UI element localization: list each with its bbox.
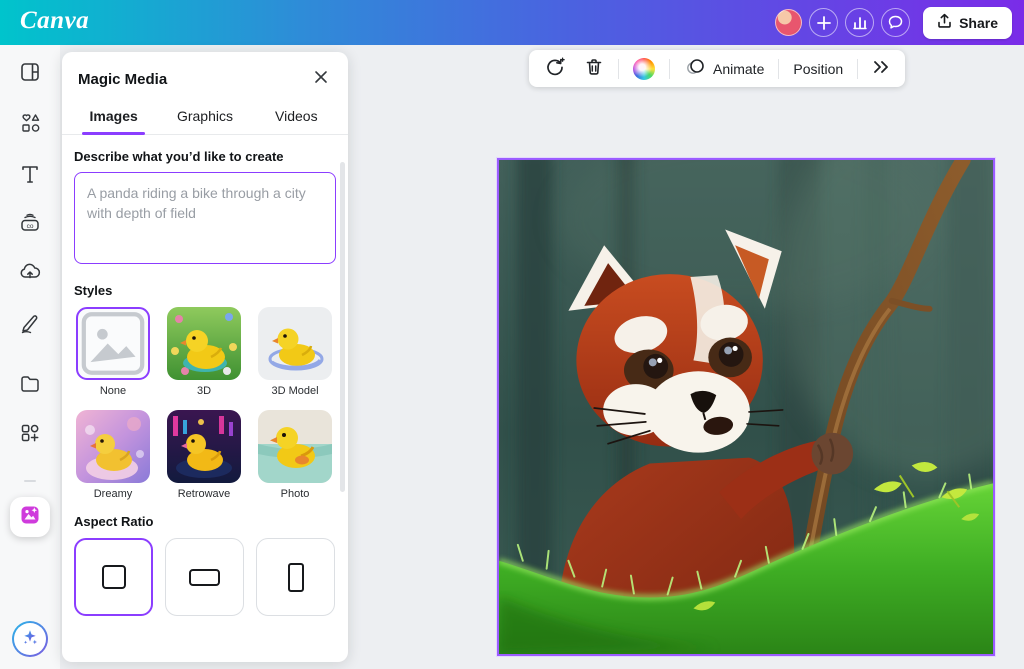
text-icon xyxy=(18,162,42,186)
sidebar-item-draw[interactable] xyxy=(18,311,42,335)
sidebar-item-magic-media[interactable] xyxy=(10,497,50,537)
close-icon xyxy=(314,69,328,89)
image-placeholder-icon xyxy=(78,309,148,378)
magic-media-icon xyxy=(18,503,42,532)
style-label: 3D xyxy=(165,385,243,397)
style-thumb-3d xyxy=(167,307,241,380)
delete-button[interactable] xyxy=(577,54,611,84)
plus-icon xyxy=(816,15,832,31)
style-label: None xyxy=(74,385,152,397)
comments-button[interactable] xyxy=(881,8,910,37)
design-icon xyxy=(18,60,42,84)
tab-graphics[interactable]: Graphics xyxy=(159,100,250,134)
color-picker-button[interactable] xyxy=(626,54,662,84)
style-thumb-photo xyxy=(258,410,332,483)
regenerate-icon xyxy=(544,56,566,81)
speech-bubble-icon xyxy=(887,14,904,31)
tab-images[interactable]: Images xyxy=(68,100,159,134)
color-wheel-icon xyxy=(633,58,655,80)
shapes-icon xyxy=(18,111,42,135)
panel-body: Describe what you’d like to create Style… xyxy=(62,135,348,616)
double-chevron-right-icon xyxy=(872,59,890,78)
style-label: Photo xyxy=(256,488,334,500)
aspect-option-landscape[interactable] xyxy=(165,538,244,616)
style-thumb-retrowave xyxy=(167,410,241,483)
top-bar: Canva Share xyxy=(0,0,1024,45)
panel-title: Magic Media xyxy=(78,71,167,88)
share-upload-icon xyxy=(937,13,952,32)
style-option-retrowave[interactable]: Retrowave xyxy=(165,410,243,500)
sidebar-item-brand[interactable]: co xyxy=(18,211,42,235)
panel-scrollbar[interactable] xyxy=(340,162,345,492)
brand-kit-icon: co xyxy=(18,211,42,235)
animate-icon xyxy=(684,57,706,80)
style-option-photo[interactable]: Photo xyxy=(256,410,334,500)
toolbar-divider xyxy=(618,59,619,79)
style-thumb-none xyxy=(76,307,150,380)
sidebar-item-apps[interactable] xyxy=(18,421,42,445)
cloud-upload-icon xyxy=(18,260,42,284)
animate-button[interactable]: Animate xyxy=(677,54,771,84)
animate-label: Animate xyxy=(713,61,764,77)
more-tools-button[interactable] xyxy=(865,54,897,84)
close-panel-button[interactable] xyxy=(310,68,332,90)
share-button-label: Share xyxy=(959,15,998,31)
style-thumb-3d-model xyxy=(258,307,332,380)
panel-header: Magic Media xyxy=(62,52,348,100)
toolbar-divider xyxy=(857,59,858,79)
style-option-dreamy[interactable]: Dreamy xyxy=(74,410,152,500)
context-toolbar: Animate Position xyxy=(529,50,905,87)
prompt-label: Describe what you’d like to create xyxy=(74,149,336,164)
left-sidebar: co xyxy=(0,45,60,669)
pen-icon xyxy=(18,311,42,335)
sidebar-item-elements[interactable] xyxy=(18,111,42,135)
canva-assistant-button[interactable] xyxy=(12,621,48,657)
header-actions: Share xyxy=(775,0,1012,45)
trash-icon xyxy=(584,57,604,80)
add-member-button[interactable] xyxy=(809,8,838,37)
aspect-option-square[interactable] xyxy=(74,538,153,616)
portrait-ratio-icon xyxy=(288,563,304,592)
sidebar-item-uploads[interactable] xyxy=(18,260,42,284)
style-label: 3D Model xyxy=(256,385,334,397)
sidebar-item-projects[interactable] xyxy=(18,372,42,396)
style-option-3d[interactable]: 3D xyxy=(165,307,243,397)
tab-videos[interactable]: Videos xyxy=(251,100,342,134)
style-thumb-dreamy xyxy=(76,410,150,483)
user-avatar[interactable] xyxy=(775,9,802,36)
sparkle-icon xyxy=(20,627,40,652)
sidebar-divider xyxy=(24,480,36,482)
bar-chart-icon xyxy=(852,15,868,31)
style-option-none[interactable]: None xyxy=(74,307,152,397)
canva-editor: Canva Share xyxy=(0,0,1024,669)
prompt-input[interactable] xyxy=(74,172,336,264)
aspect-option-portrait[interactable] xyxy=(256,538,335,616)
landscape-ratio-icon xyxy=(189,569,220,586)
share-button[interactable]: Share xyxy=(923,7,1012,39)
media-type-tabs: Images Graphics Videos xyxy=(62,100,348,135)
styles-label: Styles xyxy=(74,283,336,298)
sidebar-item-design[interactable] xyxy=(18,60,42,84)
red-panda-image xyxy=(499,160,993,654)
styles-grid: None 3D 3D Model xyxy=(74,307,336,500)
aspect-ratio-options xyxy=(74,538,336,616)
position-button[interactable]: Position xyxy=(786,54,850,84)
apps-grid-icon xyxy=(18,421,42,445)
folder-icon xyxy=(18,372,42,396)
square-ratio-icon xyxy=(102,565,126,589)
magic-media-panel: Magic Media Images Graphics Videos Descr… xyxy=(62,52,348,662)
toolbar-divider xyxy=(778,59,779,79)
svg-text:co: co xyxy=(27,223,34,230)
position-label: Position xyxy=(793,61,843,77)
aspect-ratio-label: Aspect Ratio xyxy=(74,514,336,529)
regenerate-button[interactable] xyxy=(537,54,573,84)
sidebar-item-text[interactable] xyxy=(18,162,42,186)
style-label: Retrowave xyxy=(165,488,243,500)
insights-button[interactable] xyxy=(845,8,874,37)
generated-image-selected[interactable] xyxy=(497,158,995,656)
toolbar-divider xyxy=(669,59,670,79)
canva-logo[interactable]: Canva xyxy=(20,7,89,35)
style-label: Dreamy xyxy=(74,488,152,500)
style-option-3d-model[interactable]: 3D Model xyxy=(256,307,334,397)
